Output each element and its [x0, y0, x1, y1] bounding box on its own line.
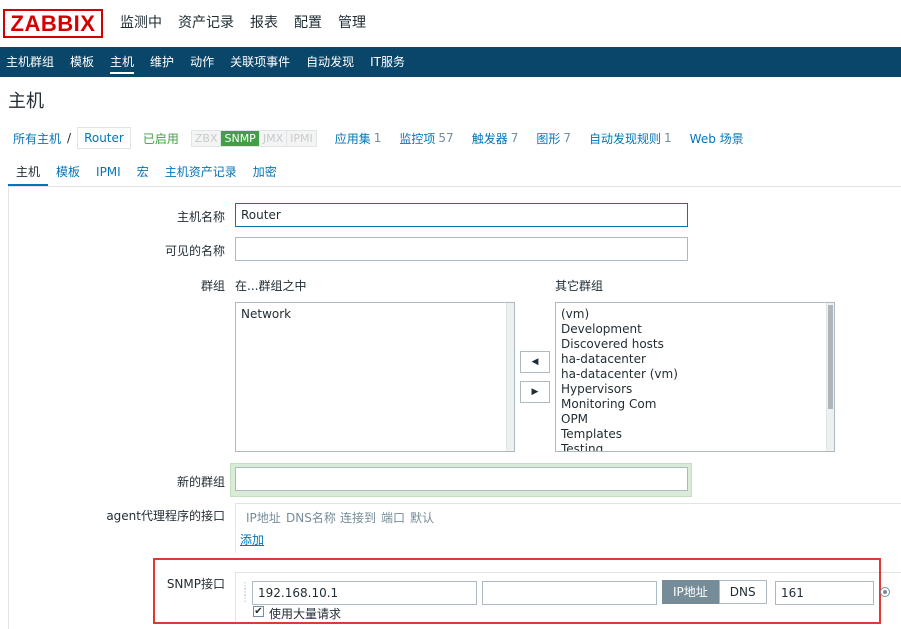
link-applications[interactable]: 应用集 — [335, 130, 371, 147]
list-item[interactable]: (vm) — [561, 307, 829, 322]
groups-label: 群组 — [200, 279, 225, 293]
submenu-it-services[interactable]: IT服务 — [362, 47, 413, 77]
badge-snmp: SNMP — [221, 130, 260, 146]
tab-ipmi[interactable]: IPMI — [88, 158, 129, 186]
default-interface-radio[interactable] — [880, 587, 890, 597]
snmp-interfaces-label: SNMP接口 — [166, 577, 225, 591]
connect-ip-button[interactable]: IP地址 — [662, 580, 719, 604]
agent-col-port: 端口 — [381, 511, 406, 525]
agent-col-connect: 连接到 — [340, 511, 377, 525]
list-item[interactable]: OPM — [561, 412, 829, 427]
new-group-input[interactable] — [235, 467, 688, 491]
other-groups-listbox[interactable]: (vm) Development Discovered hosts ha-dat… — [555, 302, 835, 452]
list-item[interactable]: Templates — [561, 427, 829, 442]
badge-zbx: ZBX — [191, 130, 222, 146]
bulk-requests-checkbox[interactable]: ✔ — [253, 606, 264, 617]
menu-administration[interactable]: 管理 — [330, 0, 374, 47]
top-bar: ZABBIX 监测中 资产记录 报表 配置 管理 — [0, 0, 901, 47]
drag-handle-icon[interactable]: ⋮ ⋮ ⋮ — [240, 582, 250, 604]
tab-inventory[interactable]: 主机资产记录 — [157, 158, 245, 186]
agent-col-dns: DNS名称 — [286, 511, 336, 525]
agent-col-default: 默认 — [410, 511, 435, 525]
other-groups-scrollbar[interactable] — [826, 303, 834, 451]
submenu-actions[interactable]: 动作 — [182, 47, 222, 77]
submenu-templates[interactable]: 模板 — [62, 47, 102, 77]
move-right-button[interactable]: ▶ — [520, 381, 550, 403]
visible-name-input[interactable] — [235, 237, 688, 261]
bulk-requests-label: 使用大量请求 — [269, 607, 342, 621]
availability-badges: ZBX SNMP JMX IPMI — [190, 129, 317, 147]
list-item[interactable]: ha-datacenter (vm) — [561, 367, 829, 382]
host-name-input[interactable] — [235, 203, 688, 227]
snmp-port-input[interactable] — [775, 581, 874, 605]
list-item[interactable]: Testing — [561, 442, 829, 451]
menu-inventory[interactable]: 资产记录 — [170, 0, 242, 47]
submenu-correlation[interactable]: 关联项事件 — [222, 47, 298, 77]
link-triggers[interactable]: 触发器 — [472, 130, 508, 147]
in-groups-label: 在...群组之中 — [235, 279, 307, 293]
menu-configuration[interactable]: 配置 — [286, 0, 330, 47]
visible-name-label: 可见的名称 — [164, 244, 225, 258]
snmp-dns-input[interactable] — [482, 581, 657, 605]
breadcrumb-separator: / — [67, 131, 72, 145]
sub-menu: 主机群组 模板 主机 维护 动作 关联项事件 自动发现 IT服务 — [0, 47, 901, 77]
connect-to-toggle: IP地址 DNS — [662, 580, 767, 604]
breadcrumb: 所有主机 / Router 已启用 ZBX SNMP JMX IPMI 应用集 … — [0, 123, 901, 153]
tab-encryption[interactable]: 加密 — [245, 158, 285, 186]
link-web-scenarios[interactable]: Web 场景 — [690, 130, 744, 147]
link-graphs[interactable]: 图形 — [536, 130, 560, 147]
list-item[interactable]: Network — [241, 307, 509, 322]
tab-host[interactable]: 主机 — [8, 158, 49, 186]
host-name-label: 主机名称 — [176, 210, 225, 224]
badge-ipmi: IPMI — [287, 130, 316, 146]
agent-col-ip: IP地址 — [246, 511, 281, 525]
agent-interfaces-label: agent代理程序的接口 — [106, 509, 225, 523]
list-item[interactable]: Monitoring Com — [561, 397, 829, 412]
tab-macros[interactable]: 宏 — [129, 158, 157, 186]
link-items[interactable]: 监控项 — [399, 130, 435, 147]
submenu-host-groups[interactable]: 主机群组 — [0, 47, 62, 77]
other-groups-label: 其它群组 — [555, 279, 604, 293]
count-discovery-rules: 1 — [664, 131, 672, 145]
count-items: 57 — [438, 131, 454, 145]
zabbix-logo[interactable]: ZABBIX — [3, 9, 103, 38]
host-status[interactable]: 已启用 — [143, 130, 179, 147]
submenu-maintenance[interactable]: 维护 — [142, 47, 182, 77]
menu-reports[interactable]: 报表 — [242, 0, 286, 47]
list-item[interactable]: Hypervisors — [561, 382, 829, 397]
breadcrumb-all-hosts[interactable]: 所有主机 — [13, 130, 61, 147]
connect-dns-button[interactable]: DNS — [718, 580, 767, 604]
list-item[interactable]: ha-datacenter — [561, 352, 829, 367]
add-agent-interface-link[interactable]: 添加 — [240, 531, 264, 548]
list-item[interactable]: Development — [561, 322, 829, 337]
host-tabs: 主机 模板 IPMI 宏 主机资产记录 加密 — [8, 158, 285, 186]
submenu-discovery[interactable]: 自动发现 — [298, 47, 362, 77]
breadcrumb-current-host[interactable]: Router — [77, 127, 131, 149]
in-groups-listbox[interactable]: Network — [235, 302, 515, 452]
count-triggers: 7 — [510, 131, 519, 145]
page-title: 主机 — [8, 91, 44, 112]
main-menu: 监测中 资产记录 报表 配置 管理 — [112, 0, 374, 47]
count-applications: 1 — [373, 131, 382, 145]
scrollbar-thumb[interactable] — [828, 305, 833, 409]
submenu-hosts[interactable]: 主机 — [102, 47, 142, 77]
move-left-button[interactable]: ◀ — [520, 351, 550, 373]
in-groups-scrollbar[interactable] — [506, 303, 514, 451]
snmp-ip-input[interactable] — [252, 581, 477, 605]
menu-monitoring[interactable]: 监测中 — [112, 0, 170, 47]
list-item[interactable]: Discovered hosts — [561, 337, 829, 352]
badge-jmx: JMX — [259, 130, 288, 146]
count-graphs: 7 — [563, 131, 571, 145]
tab-templates[interactable]: 模板 — [48, 158, 88, 186]
new-group-label: 新的群组 — [176, 475, 225, 489]
link-discovery-rules[interactable]: 自动发现规则 — [589, 130, 661, 147]
